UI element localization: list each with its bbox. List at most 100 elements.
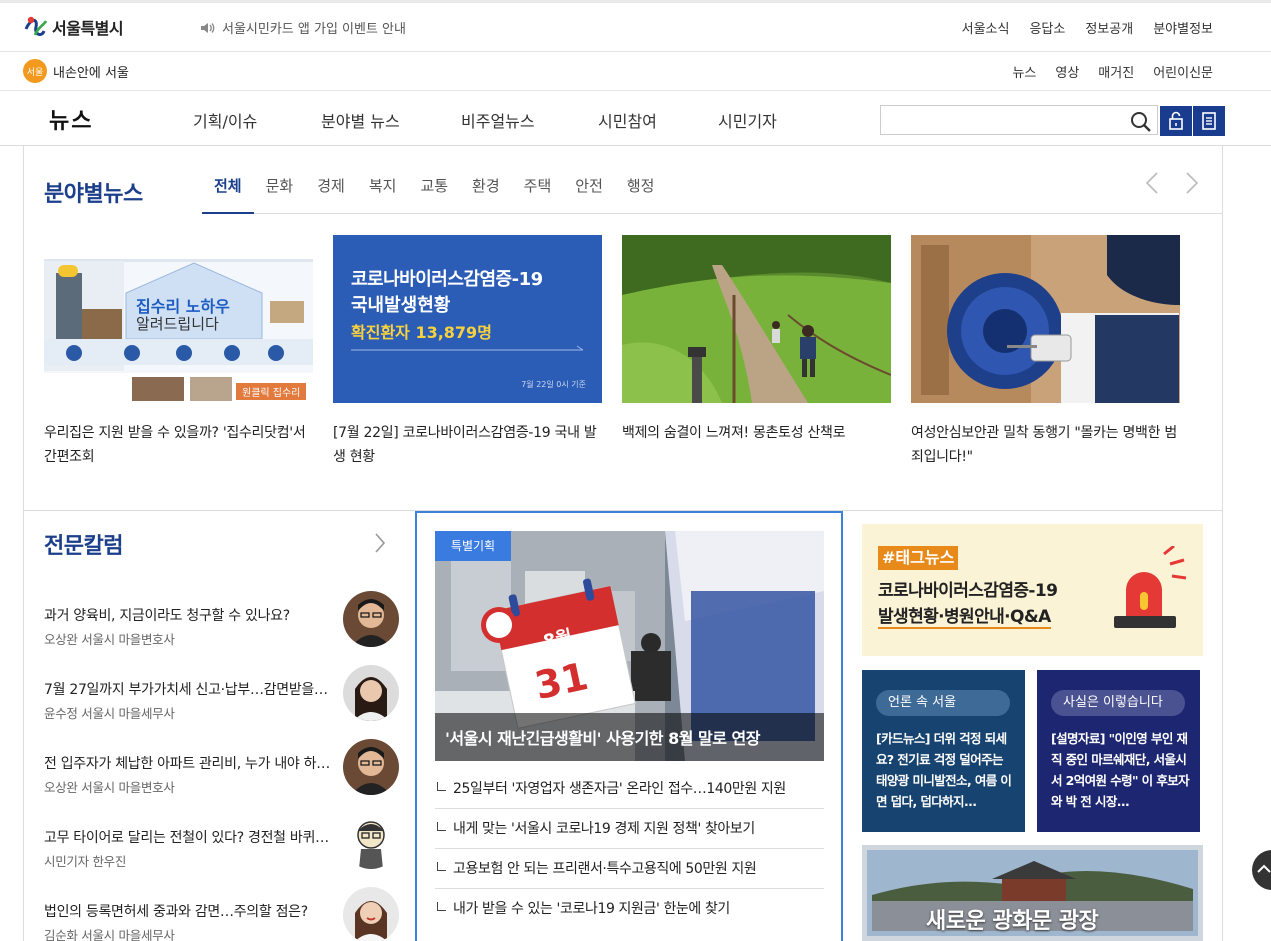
feature-list: 25일부터 '자영업자 생존자금' 온라인 접수…140만원 지원 내게 맞는 … — [435, 769, 824, 929]
thumb-text-line2: 알려드립니다 — [136, 315, 219, 333]
mseoul-brand-text: 내손안에 서울 — [53, 65, 129, 81]
nav-title[interactable]: 뉴스 — [49, 103, 93, 135]
tab-traffic[interactable]: 교통 — [408, 174, 460, 214]
thumb-date: 7월 22일 0시 기준 — [521, 380, 586, 389]
news-card-title[interactable]: [7월 22일] 코로나바이러스감염증-19 국내 발생 현황 — [333, 421, 602, 469]
feature-badge: 특별기획 — [435, 531, 511, 561]
scroll-top-button[interactable] — [1252, 850, 1271, 890]
sub-link-news[interactable]: 뉴스 — [1012, 62, 1036, 81]
top-link-seoul-news[interactable]: 서울소식 — [962, 18, 1010, 37]
document-icon — [1202, 112, 1216, 130]
tab-administration[interactable]: 행정 — [615, 174, 667, 214]
tag-line1: 코로나바이러스감염증-19 — [878, 581, 1058, 601]
nav-item-participation[interactable]: 시민참여 — [598, 108, 718, 132]
news-thumbnail[interactable]: 코로나바이러스감염증-19 국내발생현황 확진환자 13,879명 7월 22일… — [333, 235, 602, 403]
top-links: 서울소식 응답소 정보공개 분야별정보 — [962, 18, 1213, 37]
next-arrow-icon[interactable] — [1184, 171, 1200, 195]
thumb-badge: 원클릭 집수리 — [236, 383, 307, 400]
column-item[interactable]: 전 입주자가 체납한 아파트 관리비, 누가 내야 하나요? 오상완 서울시 마… — [44, 739, 400, 813]
tab-all[interactable]: 전체 — [202, 174, 254, 214]
news-card-title[interactable]: 백제의 숨결이 느껴져! 몽촌토성 산책로 — [622, 421, 891, 445]
column-author: 시민기자 한우진 — [44, 854, 127, 869]
list-item[interactable]: 내게 맞는 '서울시 코로나19 경제 지원 정책' 찾아보기 — [435, 809, 824, 849]
siren-icon — [1114, 546, 1187, 628]
field-news-title[interactable]: 분야별뉴스 — [44, 176, 143, 208]
content-frame: 분야별뉴스 전체 문화 경제 복지 교통 환경 주택 안전 행정 집수리 노하우… — [23, 146, 1223, 941]
main-nav: 뉴스 기획/이슈 분야별 뉴스 비주얼뉴스 시민참여 시민기자 — [0, 91, 1271, 146]
logo-text: 서울특별시 — [52, 19, 124, 38]
column-author: 윤수정 서울시 마을세무사 — [44, 706, 175, 721]
seoul-logo[interactable]: 서울특별시 — [22, 13, 124, 41]
tab-housing[interactable]: 주택 — [512, 174, 564, 214]
fact-card[interactable]: 사실은 이렇습니다 [설명자료] "이인영 부인 재직 중인 마르쉐재단, 서울… — [1037, 670, 1200, 832]
thumb-text-line2: 국내발생현황 — [351, 295, 451, 316]
feature-image[interactable]: 특별기획 8월 31 '서울시 재난긴급생활비' 사용기한 8월 말로 연장 — [435, 531, 824, 761]
press-card[interactable]: 언론 속 서울 [카드뉴스] 더위 걱정 되세요? 전기료 걱정 덜어주는 태양… — [862, 670, 1025, 832]
site-sub-bar: 서울 내손안에 서울 뉴스 영상 매거진 어린이신문 — [0, 52, 1271, 91]
nav-item-citizen-reporter[interactable]: 시민기자 — [718, 108, 777, 132]
columns-more-icon[interactable] — [374, 532, 386, 558]
news-thumbnail[interactable] — [911, 235, 1180, 403]
tab-economy[interactable]: 경제 — [305, 174, 357, 214]
avatar — [343, 591, 399, 647]
news-card[interactable]: 집수리 노하우 알려드립니다 원클릭 집수리 우리집은 지원 받을 수 있을까?… — [44, 235, 313, 469]
column-title[interactable]: 전 입주자가 체납한 아파트 관리비, 누가 내야 하나요? — [44, 753, 332, 773]
login-button[interactable] — [1160, 106, 1192, 136]
news-thumbnail[interactable]: 집수리 노하우 알려드립니다 원클릭 집수리 — [44, 235, 313, 403]
feature-box: 특별기획 8월 31 '서울시 재난긴급생활비' 사용기한 8월 말로 연장 2… — [415, 511, 843, 941]
lock-icon — [1169, 111, 1183, 130]
prev-arrow-icon[interactable] — [1144, 171, 1160, 195]
gwanghwamun-text: 새로운 광화문 광장 — [926, 909, 1099, 934]
field-news-tabs: 전체 문화 경제 복지 교통 환경 주택 안전 행정 — [202, 174, 1222, 214]
thumb-text-line1: 코로나바이러스감염증-19 — [351, 269, 543, 290]
sitemap-button[interactable] — [1193, 106, 1225, 136]
avatar — [343, 887, 399, 941]
sub-link-video[interactable]: 영상 — [1055, 62, 1079, 81]
column-author: 김순화 서울시 마을세무사 — [44, 928, 175, 941]
list-item[interactable]: 고용보험 안 되는 프리랜서·특수고용직에 50만원 지원 — [435, 849, 824, 889]
list-item[interactable]: 25일부터 '자영업자 생존자금' 온라인 접수…140만원 지원 — [435, 769, 824, 809]
columns-title[interactable]: 전문칼럼 — [44, 528, 123, 560]
news-thumbnail[interactable] — [622, 235, 891, 403]
list-item[interactable]: 내가 받을 수 있는 '코로나19 지원금' 한눈에 찾기 — [435, 889, 824, 929]
news-card[interactable]: 코로나바이러스감염증-19 국내발생현황 확진환자 13,879명 7월 22일… — [333, 235, 602, 469]
tag-label: #태그뉴스 — [878, 546, 959, 570]
nav-item-planning[interactable]: 기획/이슈 — [193, 108, 321, 132]
tag-news-banner[interactable]: #태그뉴스 코로나바이러스감염증-19 발생현황·병원안내·Q&A — [862, 524, 1203, 656]
nav-item-visual-news[interactable]: 비주얼뉴스 — [461, 108, 598, 132]
gwanghwamun-banner[interactable]: 새로운 광화문 광장 — [862, 845, 1203, 941]
news-card[interactable]: 여성안심보안관 밀착 동행기 "몰카는 명백한 범죄입니다!" — [911, 235, 1180, 469]
tab-environment[interactable]: 환경 — [460, 174, 512, 214]
top-link-field-info[interactable]: 분야별정보 — [1153, 18, 1213, 37]
column-item[interactable]: 고무 타이어로 달리는 전철이 있다? 경전철 바퀴 이야기 시민기자 한우진 — [44, 813, 400, 887]
sub-link-magazine[interactable]: 매거진 — [1098, 62, 1134, 81]
news-card-title[interactable]: 여성안심보안관 밀착 동행기 "몰카는 명백한 범죄입니다!" — [911, 421, 1180, 469]
search-input[interactable] — [880, 105, 1158, 135]
top-link-eungdapso[interactable]: 응답소 — [1029, 18, 1065, 37]
top-link-info-open[interactable]: 정보공개 — [1085, 18, 1133, 37]
mseoul-brand[interactable]: 서울 내손안에 서울 — [23, 59, 129, 83]
feature-headline[interactable]: '서울시 재난긴급생활비' 사용기한 8월 말로 연장 — [445, 725, 760, 749]
tab-safety[interactable]: 안전 — [563, 174, 615, 214]
nav-item-field-news[interactable]: 분야별 뉴스 — [321, 108, 461, 132]
chevron-up-icon — [1257, 864, 1271, 873]
column-title[interactable]: 7월 27일까지 부가가치세 신고·납부…감면받을 수 있는 방법 — [44, 679, 332, 699]
column-item[interactable]: 과거 양육비, 지금이라도 청구할 수 있나요? 오상완 서울시 마을변호사 — [44, 591, 400, 665]
sub-link-kids[interactable]: 어린이신문 — [1153, 62, 1213, 81]
avatar — [343, 665, 399, 721]
news-card-title[interactable]: 우리집은 지원 받을 수 있을까? '집수리닷컴'서 간편조회 — [44, 421, 313, 469]
column-title[interactable]: 과거 양육비, 지금이라도 청구할 수 있나요? — [44, 605, 332, 625]
news-card[interactable]: 백제의 숨결이 느껴져! 몽촌토성 산책로 — [622, 235, 891, 469]
press-pill: 언론 속 서울 — [876, 690, 1010, 716]
column-title[interactable]: 고무 타이어로 달리는 전철이 있다? 경전철 바퀴 이야기 — [44, 827, 332, 847]
column-item[interactable]: 법인의 등록면허세 중과와 감면…주의할 점은? 김순화 서울시 마을세무사 — [44, 887, 400, 941]
search-icon[interactable] — [1130, 111, 1151, 132]
column-author: 오상완 서울시 마을변호사 — [44, 632, 175, 647]
mseoul-logo-icon: 서울 — [23, 59, 47, 83]
column-item[interactable]: 7월 27일까지 부가가치세 신고·납부…감면받을 수 있는 방법 윤수정 서울… — [44, 665, 400, 739]
tab-welfare[interactable]: 복지 — [357, 174, 409, 214]
column-title[interactable]: 법인의 등록면허세 중과와 감면…주의할 점은? — [44, 901, 332, 921]
notice-link[interactable]: 서울시민카드 앱 가입 이벤트 안내 — [200, 18, 406, 37]
avatar — [343, 813, 399, 869]
tab-culture[interactable]: 문화 — [254, 174, 306, 214]
